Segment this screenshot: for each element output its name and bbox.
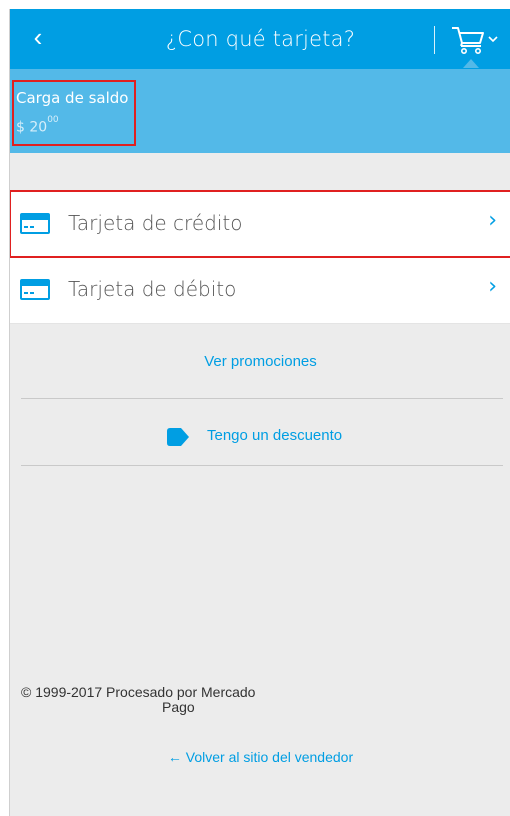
copyright-line: Pago — [162, 699, 195, 715]
divider — [21, 398, 503, 399]
chevron-right-icon: › — [488, 208, 497, 233]
tag-icon — [167, 428, 189, 446]
chevron-down-icon — [488, 36, 498, 43]
summary-highlight: Carga de saldo $ 2000 — [12, 80, 136, 146]
credit-card-icon — [20, 279, 50, 300]
summary-amount: $ 2000 — [16, 115, 59, 136]
header-divider — [434, 26, 435, 54]
checkout-screen: ¿Con qué tarjeta? ‹ Carga de saldo $ 200… — [9, 9, 510, 816]
discount-label: Tengo un descuento — [207, 427, 343, 444]
amount-integer: 20 — [29, 119, 48, 136]
payment-option-credit[interactable]: Tarjeta de crédito › — [10, 190, 510, 258]
page-title: ¿Con qué tarjeta? — [165, 27, 356, 51]
amount-decimals: 00 — [47, 115, 59, 125]
cart-button[interactable] — [450, 23, 504, 57]
summary-label: Carga de saldo — [16, 89, 129, 107]
payment-option-debit[interactable]: Tarjeta de débito › — [10, 257, 510, 324]
footer-copyright: © 1999-2017 Procesado por Mercado Pago — [21, 685, 321, 715]
see-promotions-link[interactable]: Ver promociones — [10, 353, 510, 370]
order-summary: Carga de saldo $ 2000 — [10, 69, 510, 153]
payment-option-label: Tarjeta de débito — [68, 277, 237, 301]
cart-dropdown-notch — [463, 59, 479, 68]
chevron-left-icon: ‹ — [33, 22, 43, 52]
payment-options-list: Tarjeta de crédito › Tarjeta de débito › — [10, 190, 510, 324]
back-button[interactable]: ‹ — [20, 17, 56, 57]
currency-symbol: $ — [16, 119, 25, 136]
divider — [21, 465, 503, 466]
cart-icon — [452, 27, 498, 54]
payment-option-label: Tarjeta de crédito — [68, 211, 243, 235]
credit-card-icon — [20, 213, 50, 234]
top-bar: ¿Con qué tarjeta? ‹ — [10, 9, 510, 69]
copyright-line: © 1999-2017 Procesado por Mercado — [21, 684, 256, 700]
chevron-right-icon: › — [488, 274, 497, 299]
back-to-seller-link[interactable]: ← Volver al sitio del vendedor — [10, 749, 510, 765]
discount-link[interactable]: Tengo un descuento — [10, 425, 510, 449]
